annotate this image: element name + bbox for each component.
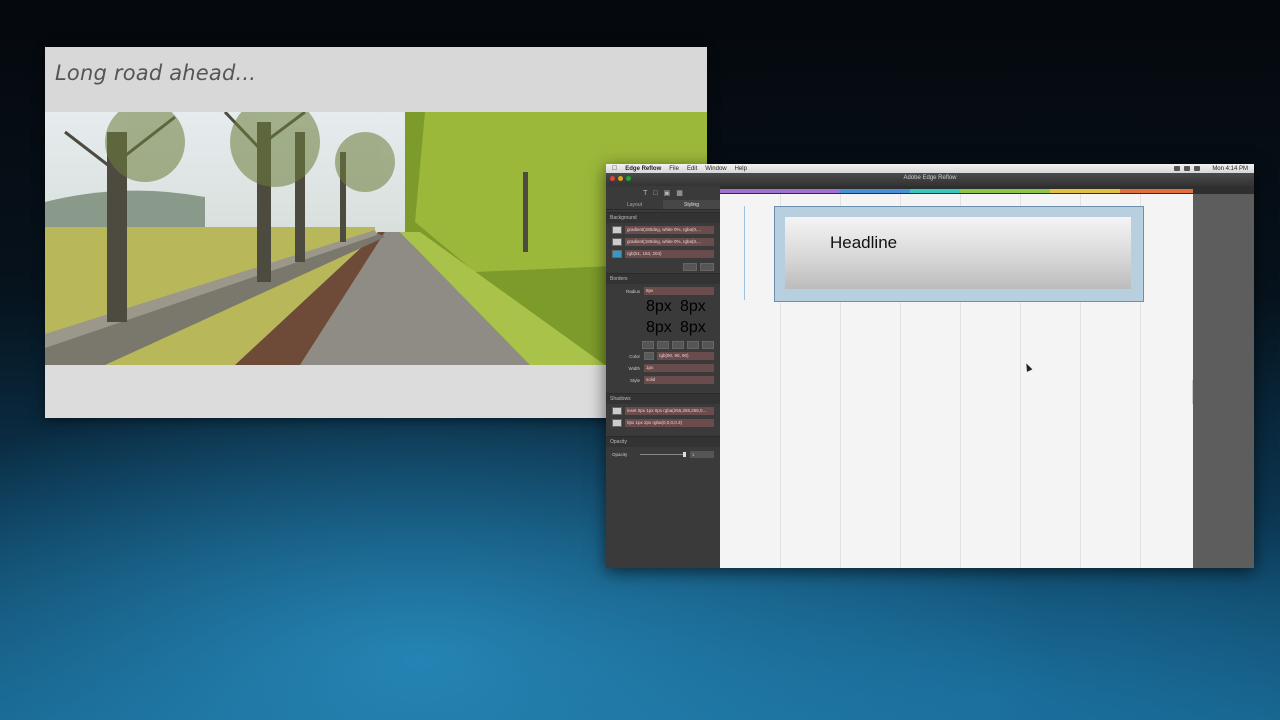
grid-tool-icon[interactable]: ▦: [676, 189, 683, 197]
remove-layer-icon[interactable]: [700, 263, 714, 271]
radius-label: Radius: [625, 288, 640, 294]
design-canvas: Headline: [720, 186, 1254, 568]
layer-swatch[interactable]: [612, 250, 622, 258]
add-layer-icon[interactable]: [683, 263, 697, 271]
apple-icon[interactable]: : [612, 165, 617, 172]
border-side-buttons: [642, 341, 714, 349]
opacity-row: Opacity 1: [612, 449, 714, 459]
background-layer[interactable]: gradient(180deg, white 0%, rgba(0,...: [612, 225, 714, 235]
tab-layout[interactable]: Layout: [606, 200, 663, 210]
panel-toolbar: T □ ▣ ▦: [606, 186, 720, 200]
panel-tabs: Layout Styling: [606, 200, 720, 210]
layer-value[interactable]: rgb(51, 153, 204): [625, 250, 714, 258]
menu-help[interactable]: Help: [735, 166, 747, 172]
border-left-icon[interactable]: [702, 341, 714, 349]
radius-row: Radius 8px: [612, 286, 714, 296]
layer-value[interactable]: gradient(180deg, white 0%, rgba(0,...: [625, 238, 714, 246]
radius-input[interactable]: 8px: [644, 287, 714, 295]
edge-reflow-window:  Edge Reflow File Edit Window Help Mon …: [606, 164, 1254, 568]
border-all-icon[interactable]: [642, 341, 654, 349]
layer-swatch[interactable]: [612, 226, 622, 234]
background-layer[interactable]: gradient(180deg, white 0%, rgba(0,...: [612, 237, 714, 247]
text-tool-icon[interactable]: T: [643, 190, 647, 197]
opacity-input[interactable]: 1: [690, 450, 714, 458]
headline-element[interactable]: Headline: [785, 217, 1131, 289]
radius-bottom-right-input[interactable]: 8px: [680, 319, 710, 337]
menu-edit[interactable]: Edit: [687, 166, 697, 172]
wifi-icon[interactable]: [1174, 166, 1181, 171]
breakpoint-bar[interactable]: [910, 189, 960, 193]
border-top-icon[interactable]: [657, 341, 669, 349]
style-label: Style: [629, 377, 640, 383]
breakpoint-bar[interactable]: [1120, 189, 1193, 193]
breakpoint-bar[interactable]: [960, 189, 1050, 193]
image-tool-icon[interactable]: ▣: [664, 189, 671, 197]
color-swatch[interactable]: [644, 352, 654, 360]
border-bottom-icon[interactable]: [687, 341, 699, 349]
width-input[interactable]: 1px: [644, 364, 714, 372]
radius-top-right-input[interactable]: 8px: [680, 298, 710, 316]
shadow-layer[interactable]: 0px 1px 2px rgba(0,0,0,0.3): [612, 418, 714, 428]
opacity-label: Opacity: [612, 451, 628, 457]
styling-panel: T □ ▣ ▦ Layout Styling Background gradie…: [606, 186, 720, 568]
menubar-clock[interactable]: Mon 4:14 PM: [1212, 166, 1248, 172]
background-add-remove: [606, 263, 714, 271]
width-label: Width: [628, 365, 640, 371]
window-title: Adobe Edge Reflow: [903, 175, 957, 181]
opacity-slider[interactable]: [640, 451, 686, 457]
radius-corners: 8px 8px 8px 8px: [646, 298, 716, 337]
radius-top-left-input[interactable]: 8px: [646, 298, 676, 316]
volume-icon[interactable]: [1184, 166, 1191, 171]
radius-bottom-left-input[interactable]: 8px: [646, 319, 676, 337]
border-color-row: Color rgb(90, 90, 90): [612, 351, 714, 361]
opacity-section-header[interactable]: Opacity: [606, 436, 720, 447]
breakpoint-bar[interactable]: [720, 189, 840, 193]
mac-menubar:  Edge Reflow File Edit Window Help Mon …: [606, 164, 1254, 173]
shadow-value[interactable]: 0px 1px 2px rgba(0,0,0,0.3): [625, 419, 714, 427]
window-titlebar: Adobe Edge Reflow: [606, 173, 1254, 186]
color-label: Color: [629, 353, 640, 359]
layer-value[interactable]: gradient(180deg, white 0%, rgba(0,...: [625, 226, 714, 234]
background-section-header[interactable]: Background: [606, 212, 720, 223]
shadows-section-header[interactable]: Shadows: [606, 393, 720, 404]
tab-styling[interactable]: Styling: [663, 200, 720, 210]
breakpoint-bar[interactable]: [840, 189, 910, 193]
breakpoint-bar[interactable]: [1050, 189, 1120, 193]
battery-icon[interactable]: [1194, 166, 1201, 171]
border-right-icon[interactable]: [672, 341, 684, 349]
page-canvas[interactable]: Headline: [720, 194, 1196, 568]
box-tool-icon[interactable]: □: [653, 190, 657, 197]
shadow-value[interactable]: inset 0px 1px 0px rgba(255,255,255,0...: [625, 407, 714, 415]
menu-window[interactable]: Window: [705, 166, 726, 172]
outside-breakpoint-area: [1193, 194, 1254, 568]
slide-title: Long road ahead...: [55, 61, 257, 85]
headline-text[interactable]: Headline: [830, 233, 897, 253]
background-layer[interactable]: rgb(51, 153, 204): [612, 249, 714, 259]
margin-guide: [744, 206, 745, 300]
layer-swatch[interactable]: [612, 238, 622, 246]
color-input[interactable]: rgb(90, 90, 90): [657, 352, 714, 360]
borders-section-header[interactable]: Borders: [606, 273, 720, 284]
shadow-layer[interactable]: inset 0px 1px 0px rgba(255,255,255,0...: [612, 406, 714, 416]
shadow-swatch[interactable]: [612, 419, 622, 427]
shadow-swatch[interactable]: [612, 407, 622, 415]
menu-app-name[interactable]: Edge Reflow: [625, 166, 661, 172]
selected-headline-box[interactable]: Headline: [774, 206, 1144, 302]
opacity-slider-handle[interactable]: [683, 451, 686, 457]
breakpoint-ruler[interactable]: [720, 186, 1254, 194]
border-style-row: Style solid: [612, 375, 714, 385]
menubar-status: Mon 4:14 PM: [1174, 164, 1248, 173]
style-select[interactable]: solid: [644, 376, 714, 384]
border-width-row: Width 1px: [612, 363, 714, 373]
menu-file[interactable]: File: [669, 166, 679, 172]
